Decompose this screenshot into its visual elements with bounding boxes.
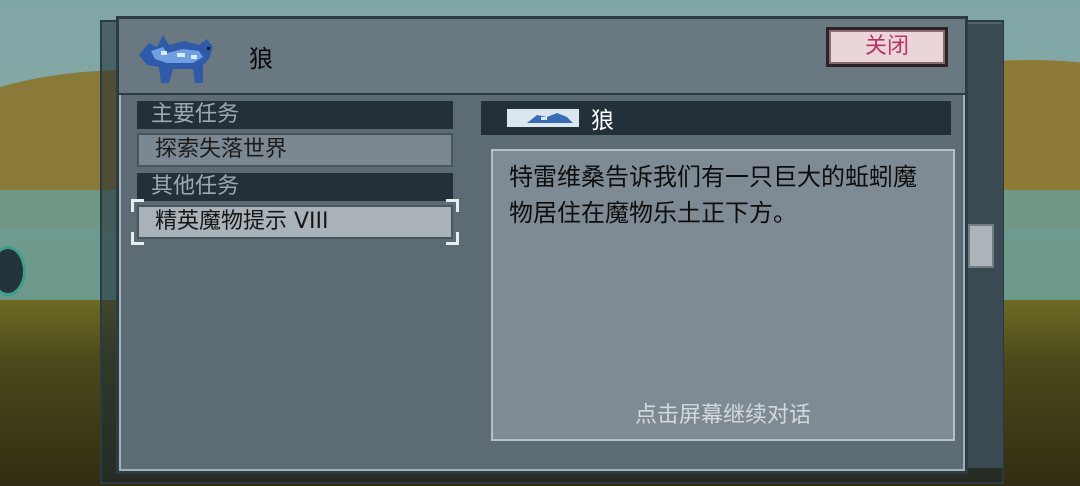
detail-header: 狼 [481,101,951,135]
category-other-quests: 其他任务 [137,173,453,201]
quest-dialog: 狼 关闭 主要任务 探索失落世界 其他任务 精英魔物提示 VIII 狼 特雷维桑… [116,16,968,474]
quest-item-elite-hint[interactable]: 精英魔物提示 VIII [131,199,459,245]
close-button[interactable]: 关闭 [826,27,948,67]
continue-hint[interactable]: 点击屏幕继续对话 [493,397,953,429]
wolf-mini-icon [505,107,581,129]
dialog-title: 狼 [249,45,273,73]
quest-list: 主要任务 探索失落世界 其他任务 精英魔物提示 VIII [131,101,459,245]
detail-panel[interactable]: 特雷维桑告诉我们有一只巨大的蚯蚓魔物居住在魔物乐土正下方。 点击屏幕继续对话 [491,149,955,441]
scroll-handle[interactable] [968,224,994,268]
category-main-quests: 主要任务 [137,101,453,129]
quest-detail: 狼 特雷维桑告诉我们有一只巨大的蚯蚓魔物居住在魔物乐土正下方。 点击屏幕继续对话 [481,101,955,441]
selection-corner [131,232,144,245]
selection-corner [446,199,459,212]
dialog-header: 狼 关闭 [119,19,965,95]
quest-item-explore[interactable]: 探索失落世界 [137,133,453,167]
quest-description: 特雷维桑告诉我们有一只巨大的蚯蚓魔物居住在魔物乐土正下方。 [509,163,917,227]
selection-corner [131,199,144,212]
quest-item-label: 精英魔物提示 VIII [155,209,329,234]
detail-title: 狼 [591,108,614,134]
wolf-icon [139,35,213,83]
selection-corner [446,232,459,245]
